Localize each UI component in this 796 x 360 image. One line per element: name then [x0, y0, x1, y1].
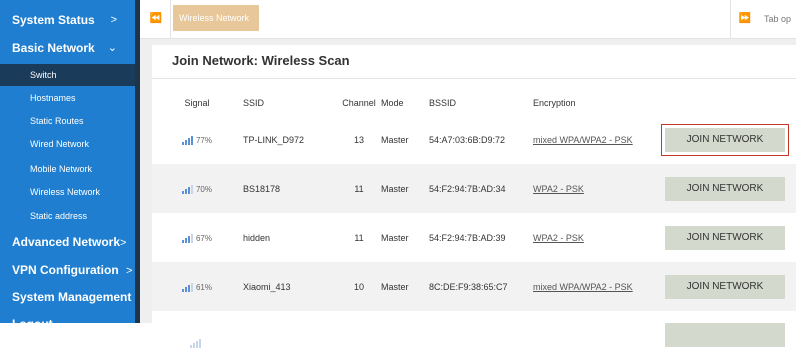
chevron-right-icon: >: [110, 14, 117, 26]
sidebar-subitem-switch[interactable]: Switch: [0, 64, 135, 86]
table-row: 61% Xiaomi_413 10 Master 8C:DE:F9:38:65:…: [152, 262, 796, 311]
sidebar-item-basic-network[interactable]: Basic Network ⌄: [0, 34, 135, 62]
page-title: Join Network: Wireless Scan: [172, 53, 350, 68]
join-network-button[interactable]: JOIN NETWORK: [661, 123, 789, 156]
channel-cell: 13: [353, 134, 364, 145]
sidebar-item-label: Logout: [12, 317, 53, 331]
channel-cell: 10: [338, 262, 380, 311]
ssid-cell: TP-LINK_D972: [243, 134, 305, 145]
sidebar: System Status > Basic Network ⌄ Switch H…: [0, 0, 135, 331]
table-row: 67% hidden 11 Master 54:F2:94:7B:AD:39 W…: [152, 213, 796, 262]
signal-bars-icon: [181, 233, 193, 243]
join-network-button[interactable]: JOIN NETWORK: [665, 225, 785, 250]
main-content: Join Network: Wireless Scan Signal SSID …: [140, 39, 796, 348]
column-header-action: [664, 91, 796, 115]
table-row: [152, 311, 796, 360]
column-header-encryption: Encryption: [533, 98, 576, 108]
signal-bars-icon: [181, 282, 193, 292]
chevron-right-icon: >: [126, 265, 133, 277]
scan-panel: Join Network: Wireless Scan Signal SSID …: [152, 45, 796, 348]
tab-wireless-network[interactable]: Wireless Network ✖: [173, 5, 259, 50]
tab-scroll-left-icon[interactable]: ⏪: [142, 0, 171, 38]
sidebar-item-advanced-network[interactable]: Advanced Network>: [0, 228, 135, 256]
signal-value: 70%: [195, 184, 212, 194]
column-header-ssid: SSID: [243, 98, 265, 108]
column-header-bssid: BSSID: [429, 98, 457, 108]
encryption-link[interactable]: mixed WPA/WPA2 - PSK: [533, 282, 633, 292]
column-header-mode: Mode: [381, 98, 404, 108]
sidebar-item-label: Advanced Network: [12, 235, 121, 249]
join-network-button[interactable]: [665, 322, 785, 347]
signal-strength: 77%: [181, 135, 212, 145]
signal-value: 67%: [195, 233, 212, 243]
table-row: 77% TP-LINK_D972 13 Master 54:A7:03:6B:D…: [152, 115, 796, 164]
sidebar-item-system-status[interactable]: System Status >: [0, 6, 135, 34]
sidebar-item-label: VPN Configuration: [12, 263, 119, 277]
channel-cell: 11: [338, 164, 380, 213]
signal-value: 61%: [195, 282, 212, 292]
bssid-cell: 8C:DE:F9:38:65:C7: [428, 262, 532, 311]
mode-cell: Master: [381, 134, 409, 145]
sidebar-subitem-wired-network[interactable]: Wired Network: [0, 133, 135, 155]
column-header-channel: Channel: [342, 98, 376, 108]
join-network-button[interactable]: JOIN NETWORK: [665, 176, 785, 201]
sidebar-item-label: System Management: [12, 290, 132, 304]
sidebar-subitem-wireless-network[interactable]: Wireless Network: [0, 181, 135, 203]
mode-cell: Master: [381, 232, 409, 243]
chevron-down-icon: ⌄: [107, 42, 117, 54]
sidebar-item-vpn-configuration[interactable]: VPN Configuration >: [0, 256, 135, 284]
chevron-right-icon: >: [120, 237, 127, 249]
sidebar-subitem-static-address[interactable]: Static address: [0, 205, 135, 227]
sidebar-item-logout[interactable]: Logout: [0, 310, 135, 338]
tab-label: Wireless Network: [179, 13, 250, 23]
ssid-cell: BS18178: [242, 164, 338, 213]
signal-strength: 70%: [181, 184, 212, 194]
encryption-link[interactable]: WPA2 - PSK: [533, 184, 584, 194]
channel-cell: 11: [354, 232, 364, 243]
signal-bars-icon: [181, 135, 193, 145]
sidebar-item-label: Basic Network: [12, 41, 95, 55]
scan-table: Signal SSID Channel Mode BSSID Encryptio…: [152, 91, 796, 360]
join-network-button[interactable]: JOIN NETWORK: [665, 274, 785, 299]
mode-cell: Master: [380, 164, 428, 213]
sidebar-item-system-management[interactable]: System Management: [0, 283, 135, 311]
divider: [152, 78, 796, 79]
signal-value: 77%: [195, 135, 212, 145]
signal-bars-icon: [181, 184, 193, 194]
bssid-cell: 54:F2:94:7B:AD:39: [429, 232, 506, 243]
ssid-cell: Xiaomi_413: [242, 262, 338, 311]
signal-strength: 67%: [181, 233, 212, 243]
signal-bars-icon: [190, 338, 201, 348]
sidebar-item-label: System Status: [12, 13, 95, 27]
tab-scroll-right-icon[interactable]: ⏩: [730, 0, 759, 38]
sidebar-subitem-hostnames[interactable]: Hostnames: [0, 87, 135, 109]
sidebar-subitem-static-routes[interactable]: Static Routes: [0, 110, 135, 132]
column-header-signal: Signal: [184, 98, 210, 108]
tab-options-button[interactable]: Tab op: [764, 0, 791, 38]
table-header-row: Signal SSID Channel Mode BSSID Encryptio…: [152, 91, 796, 115]
mode-cell: Master: [380, 262, 428, 311]
ssid-cell: hidden: [243, 232, 271, 243]
encryption-link[interactable]: WPA2 - PSK: [533, 233, 584, 243]
bssid-cell: 54:A7:03:6B:D9:72: [429, 134, 506, 145]
table-row: 70% BS18178 11 Master 54:F2:94:7B:AD:34 …: [152, 164, 796, 213]
encryption-link[interactable]: mixed WPA/WPA2 - PSK: [533, 135, 633, 145]
tab-bar: ⏪ Wireless Network ✖ ⏩ Tab op: [140, 0, 796, 50]
signal-strength: 61%: [181, 282, 212, 292]
bssid-cell: 54:F2:94:7B:AD:34: [428, 164, 532, 213]
sidebar-subitem-mobile-network[interactable]: Mobile Network: [0, 158, 135, 180]
